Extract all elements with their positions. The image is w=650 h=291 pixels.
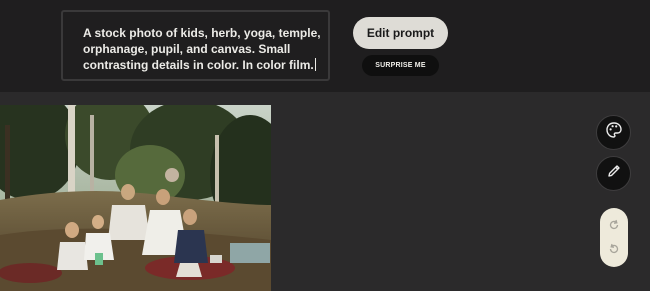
history-controls [600,208,628,267]
pencil-icon [606,163,622,184]
edit-prompt-button[interactable]: Edit prompt [353,17,448,49]
undo-icon[interactable] [607,242,621,256]
generated-image[interactable] [0,105,271,291]
redo-icon[interactable] [607,218,621,232]
prompt-textbox[interactable]: A stock photo of kids, herb, yoga, templ… [61,10,330,81]
generated-photo [0,105,271,291]
top-bar: A stock photo of kids, herb, yoga, templ… [0,0,650,92]
surprise-me-button[interactable]: SURPRISE ME [362,55,439,76]
prompt-text-wrapper: A stock photo of kids, herb, yoga, templ… [83,25,328,73]
palette-button[interactable] [596,115,631,150]
edit-pencil-button[interactable] [596,156,631,191]
palette-icon [605,121,623,144]
prompt-text: A stock photo of kids, herb, yoga, templ… [83,26,321,72]
text-caret [314,58,316,71]
